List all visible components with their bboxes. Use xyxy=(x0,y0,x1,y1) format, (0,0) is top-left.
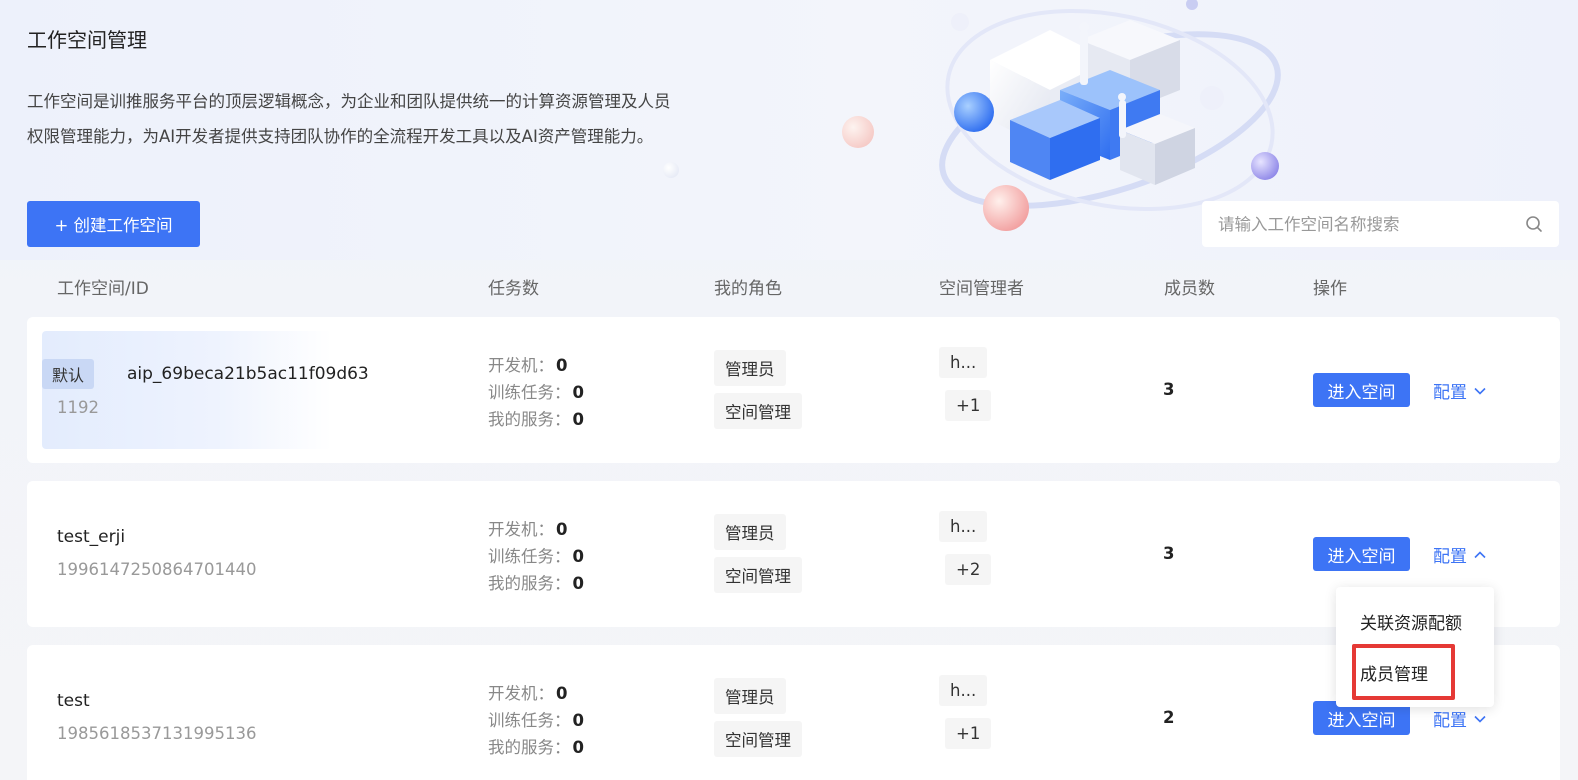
task-dev: 开发机： 0 xyxy=(488,520,568,539)
description-line-2: 权限管理能力，为AI开发者提供支持团队协作的全流程开发工具以及AI资产管理能力。 xyxy=(27,127,654,146)
workspace-id: 1985618537131995136 xyxy=(57,724,257,743)
create-workspace-button[interactable]: + 创建工作空间 xyxy=(27,201,200,247)
task-train: 训练任务： 0 xyxy=(488,711,584,730)
column-header-members: 成员数 xyxy=(1164,279,1215,299)
role-tag-space-manager: 空间管理 xyxy=(714,721,802,757)
default-badge: 默认 xyxy=(42,359,95,389)
search-box[interactable] xyxy=(1202,201,1559,247)
manager-tag[interactable]: h... xyxy=(939,347,988,378)
task-dev: 开发机： 0 xyxy=(488,356,568,375)
page-description: 工作空间是训推服务平台的顶层逻辑概念，为企业和团队提供统一的计算资源管理及人员 … xyxy=(27,84,747,154)
task-service: 我的服务： 0 xyxy=(488,410,584,429)
search-input[interactable] xyxy=(1218,214,1525,234)
page-title: 工作空间管理 xyxy=(27,28,147,52)
enter-space-button[interactable]: 进入空间 xyxy=(1313,373,1410,407)
task-dev: 开发机： 0 xyxy=(488,684,568,703)
manager-more-tag[interactable]: +1 xyxy=(945,390,992,421)
decor-small-sphere xyxy=(663,162,679,178)
manager-more-tag[interactable]: +2 xyxy=(945,554,992,585)
workspace-name: test_erji xyxy=(57,527,126,547)
chevron-up-icon xyxy=(1474,550,1486,558)
task-service: 我的服务： 0 xyxy=(488,574,584,593)
member-count: 3 xyxy=(1163,544,1175,563)
description-line-1: 工作空间是训推服务平台的顶层逻辑概念，为企业和团队提供统一的计算资源管理及人员 xyxy=(27,92,671,111)
table-row: 默认 aip_69beca21b5ac11f09d63 1192 开发机： 0 训… xyxy=(27,317,1560,463)
search-icon[interactable] xyxy=(1525,215,1543,233)
config-dropdown-toggle[interactable]: 配置 xyxy=(1433,706,1487,731)
role-tag-space-manager: 空间管理 xyxy=(714,393,802,429)
task-train: 训练任务： 0 xyxy=(488,547,584,566)
manager-tag[interactable]: h... xyxy=(939,511,988,542)
role-tag-admin: 管理员 xyxy=(714,350,786,386)
column-header-role: 我的角色 xyxy=(714,279,782,299)
role-tag-space-manager: 空间管理 xyxy=(714,557,802,593)
config-dropdown-toggle[interactable]: 配置 xyxy=(1433,378,1487,403)
enter-space-button[interactable]: 进入空间 xyxy=(1313,537,1410,571)
chevron-down-icon xyxy=(1474,715,1486,723)
table-row: test 1985618537131995136 开发机： 0 训练任务： 0 我的… xyxy=(27,645,1560,780)
config-dropdown-menu: 关联资源配额 成员管理 xyxy=(1336,587,1494,707)
workspace-id: 1192 xyxy=(57,398,99,417)
workspace-name: test xyxy=(57,691,90,711)
table-row: test_erji 1996147250864701440 开发机： 0 训练任务… xyxy=(27,481,1560,627)
menu-item-resource-quota[interactable]: 关联资源配额 xyxy=(1360,609,1462,634)
chevron-down-icon xyxy=(1474,387,1486,395)
workspace-id-cell xyxy=(42,331,332,449)
member-count: 2 xyxy=(1163,708,1175,727)
manager-more-tag[interactable]: +1 xyxy=(945,718,992,749)
highlight-box xyxy=(1352,644,1455,700)
column-header-actions: 操作 xyxy=(1313,279,1347,299)
column-header-managers: 空间管理者 xyxy=(939,279,1024,299)
workspace-name: aip_69beca21b5ac11f09d63 xyxy=(127,364,369,384)
role-tag-admin: 管理员 xyxy=(714,678,786,714)
column-header-tasks: 任务数 xyxy=(488,279,539,299)
role-tag-admin: 管理员 xyxy=(714,514,786,550)
task-train: 训练任务： 0 xyxy=(488,383,584,402)
workspace-id: 1996147250864701440 xyxy=(57,560,257,579)
column-header-workspace: 工作空间/ID xyxy=(57,279,149,299)
manager-tag[interactable]: h... xyxy=(939,675,988,706)
member-count: 3 xyxy=(1163,380,1175,399)
decor-pink-sphere xyxy=(842,116,874,148)
task-service: 我的服务： 0 xyxy=(488,738,584,757)
config-dropdown-toggle[interactable]: 配置 xyxy=(1433,542,1487,567)
